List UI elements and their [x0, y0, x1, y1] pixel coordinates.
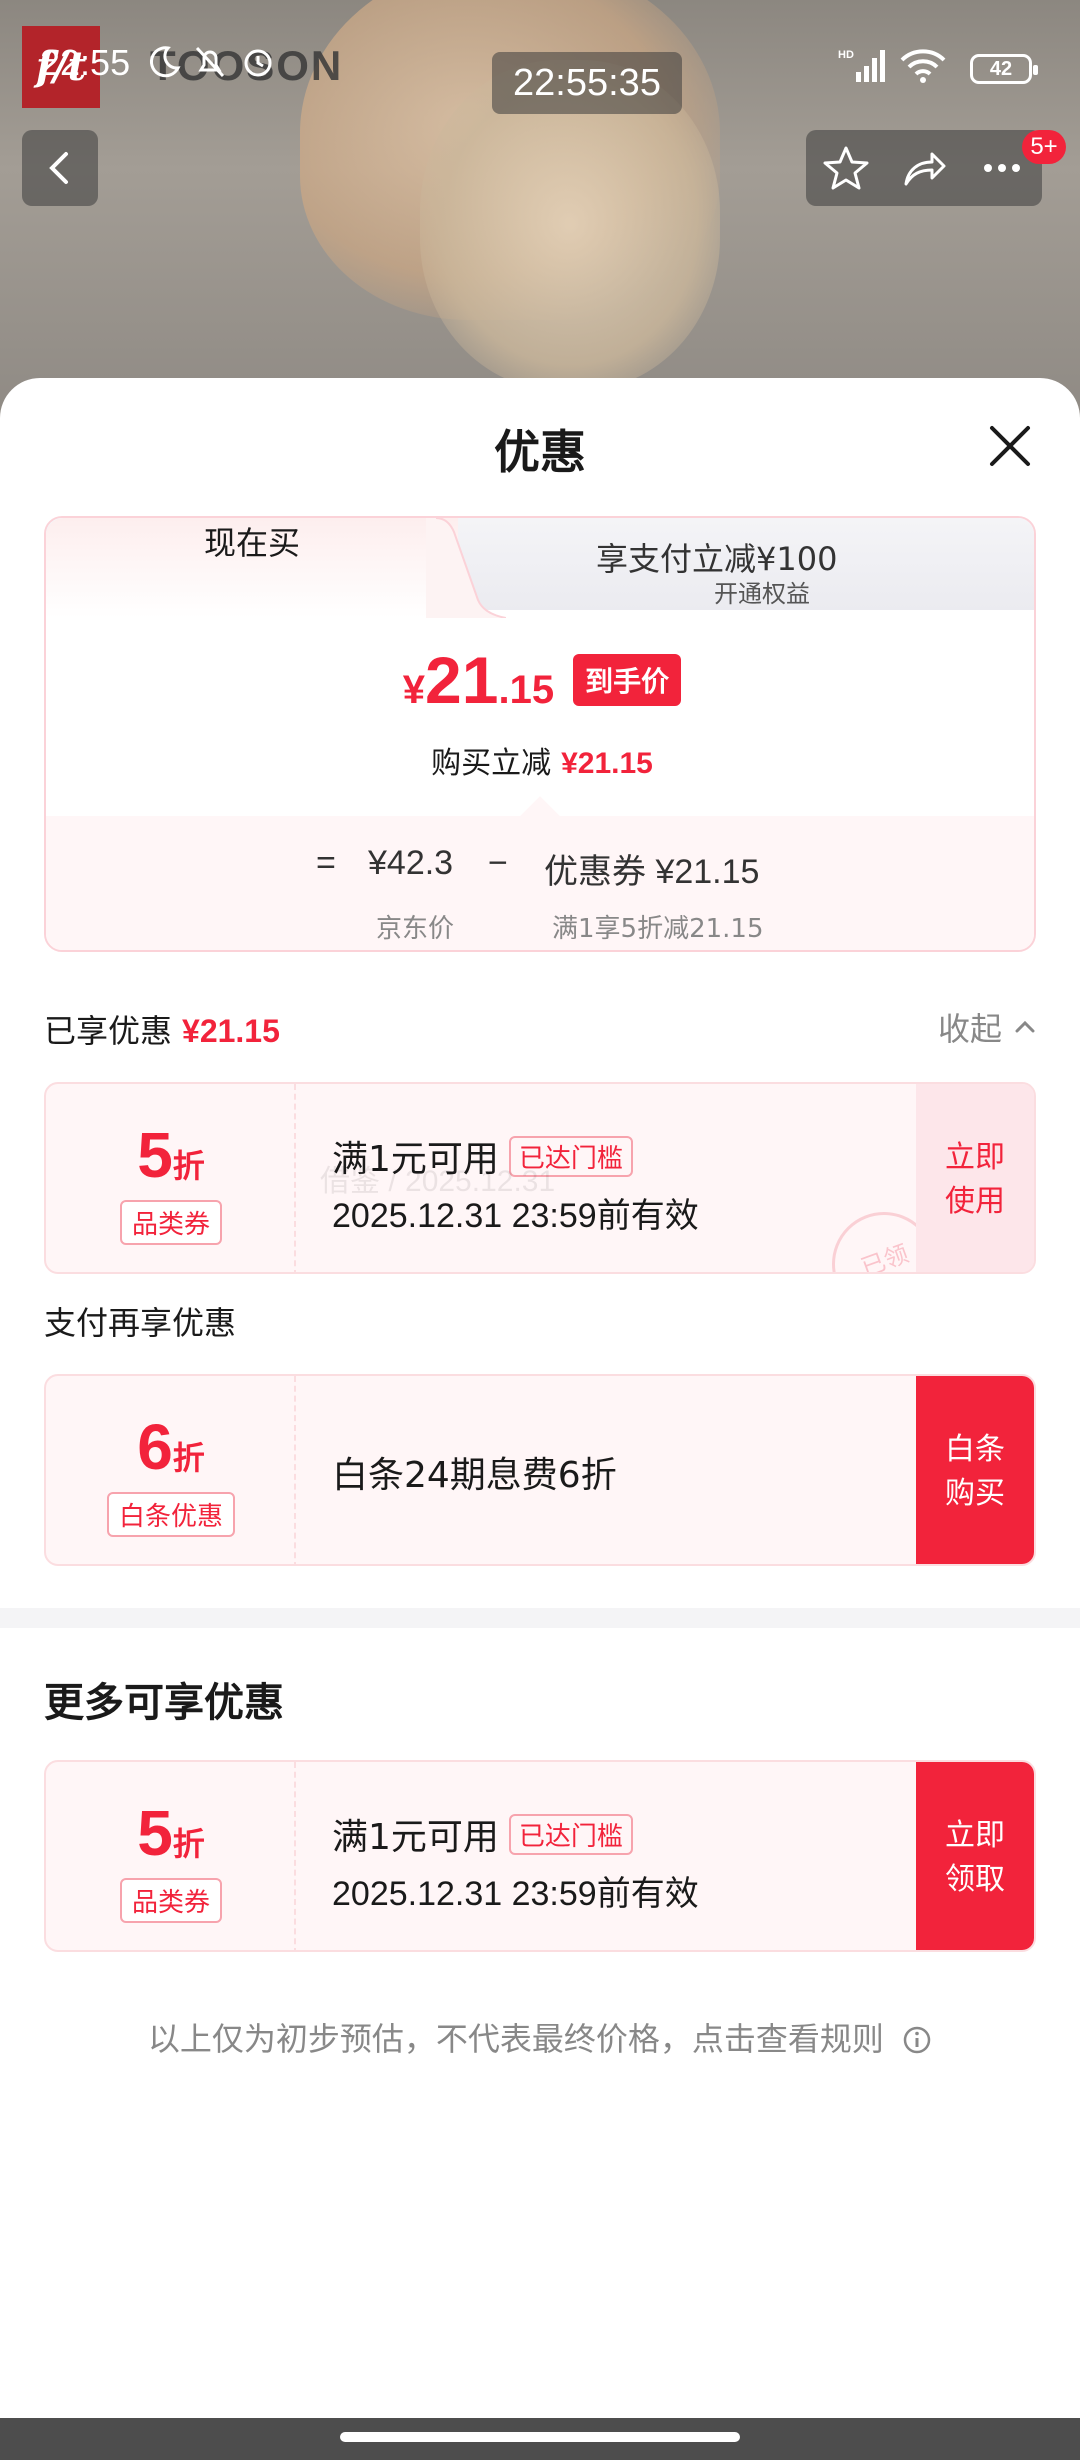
enjoyed-discount-value: ¥21.15	[182, 1013, 280, 1049]
star-icon[interactable]	[820, 142, 872, 194]
coupon-expiry: 2025.12.31 23:59前有效	[332, 1875, 699, 1913]
coupon-discount-block: 5折 品类券	[46, 1084, 296, 1272]
calc-minus: −	[488, 844, 508, 882]
more-icon[interactable]	[976, 142, 1028, 194]
coupon-condition: 白条24期息费6折	[332, 1455, 617, 1496]
coupon-category-tag: 白条优惠	[106, 1492, 235, 1537]
coupon-card-claimable: 5折 品类券 满1元可用 已达门槛 2025.12.31 23:59前有效 立即领…	[44, 1760, 1036, 1952]
use-now-button[interactable]: 立即使用	[916, 1084, 1034, 1272]
final-price-row: ¥21.15 到手价	[46, 642, 1034, 718]
message-badge: 5+	[1022, 130, 1066, 164]
info-icon[interactable]	[902, 2025, 932, 2055]
tab-slant-shape	[426, 518, 506, 618]
coupon-category-tag: 品类券	[119, 1200, 222, 1245]
more-discounts-title: 更多可享优惠	[44, 1680, 284, 1726]
tab-pay-discount-sub: 开通权益	[714, 580, 810, 608]
instant-discount-value: ¥21.15	[561, 747, 653, 780]
signal-icon: HD	[838, 49, 885, 82]
coupon-deduction-value: 优惠券 ¥21.15	[544, 853, 760, 891]
final-price: ¥21.15	[402, 643, 555, 717]
section-divider	[0, 1608, 1080, 1628]
enjoyed-discount-header: 已享优惠 ¥21.15	[44, 1006, 280, 1052]
coupon-discount: 5折	[137, 1797, 205, 1869]
tab-buy-now[interactable]: 现在买	[46, 518, 458, 618]
back-button[interactable]	[22, 130, 98, 206]
moon-icon	[149, 46, 181, 78]
sheet-title: 优惠	[494, 425, 586, 479]
back-arrow-icon	[49, 152, 68, 184]
alarm-icon	[244, 49, 272, 77]
baitiao-buy-button[interactable]: 白条购买	[916, 1376, 1034, 1564]
claim-now-button[interactable]: 立即领取	[916, 1762, 1034, 1950]
coupon-category-tag: 品类券	[119, 1878, 222, 1923]
jd-price-value: ¥42.3	[368, 844, 454, 882]
bell-off-icon	[195, 46, 225, 78]
watermark: 借鉴 / 2025.12.31	[320, 1165, 556, 1198]
instant-discount-label: 购买立减	[431, 746, 552, 781]
home-indicator[interactable]	[340, 2432, 740, 2442]
tab-buy-now-label: 现在买	[203, 524, 300, 562]
chevron-up-icon[interactable]	[1012, 1014, 1038, 1040]
coupon-discount-block: 6折 白条优惠	[46, 1376, 296, 1564]
price-card: 享支付立减¥100 开通权益 现在买 ¥21.15 到手价 购买立减 ¥21.15…	[44, 516, 1036, 952]
coupon-discount-block: 5折 品类券	[46, 1762, 296, 1950]
price-calculation: = ¥42.3 − 优惠券 ¥21.15 京东价 满1享5折减21.15	[46, 796, 1034, 950]
collapse-button[interactable]: 收起	[938, 1004, 1002, 1050]
svg-text:HD: HD	[838, 49, 854, 61]
system-nav-bar	[0, 2418, 1080, 2460]
discount-sheet: 优惠 享支付立减¥100 开通权益 现在买 ¥21.15 到手价 购买立减 ¥21…	[0, 378, 1080, 2418]
calc-notch	[520, 796, 560, 836]
coupon-discount: 6折	[137, 1411, 205, 1483]
enjoyed-discount-label: 已享优惠	[44, 1012, 173, 1050]
coupon-card-baitiao: 6折 白条优惠 白条24期息费6折 白条购买	[44, 1374, 1036, 1566]
coupon-rule-label: 满1享5折减21.15	[552, 914, 764, 944]
close-icon[interactable]	[984, 420, 1036, 472]
battery-indicator: 42	[970, 54, 1038, 84]
share-icon[interactable]	[898, 142, 950, 194]
instant-discount-row: 购买立减 ¥21.15	[46, 738, 1034, 782]
final-price-tag: 到手价	[573, 654, 682, 706]
screen-record-time: 22:55:35	[492, 52, 682, 114]
wifi-icon	[900, 49, 946, 83]
coupon-condition: 满1元可用 已达门槛	[332, 1808, 633, 1860]
disclaimer-text: 以上仅为初步预估，不代表最终价格，点击查看规则	[147, 2020, 884, 2058]
coupon-discount: 5折	[137, 1119, 205, 1191]
jd-price-label: 京东价	[376, 914, 455, 944]
calc-equals: =	[316, 844, 336, 882]
threshold-tag: 已达门槛	[508, 1814, 633, 1855]
status-time: 22:55	[40, 42, 131, 83]
rules-disclaimer[interactable]: 以上仅为初步预估，不代表最终价格，点击查看规则	[0, 2014, 1080, 2060]
top-action-group	[806, 130, 1042, 206]
pay-more-label: 支付再享优惠	[44, 1304, 237, 1342]
